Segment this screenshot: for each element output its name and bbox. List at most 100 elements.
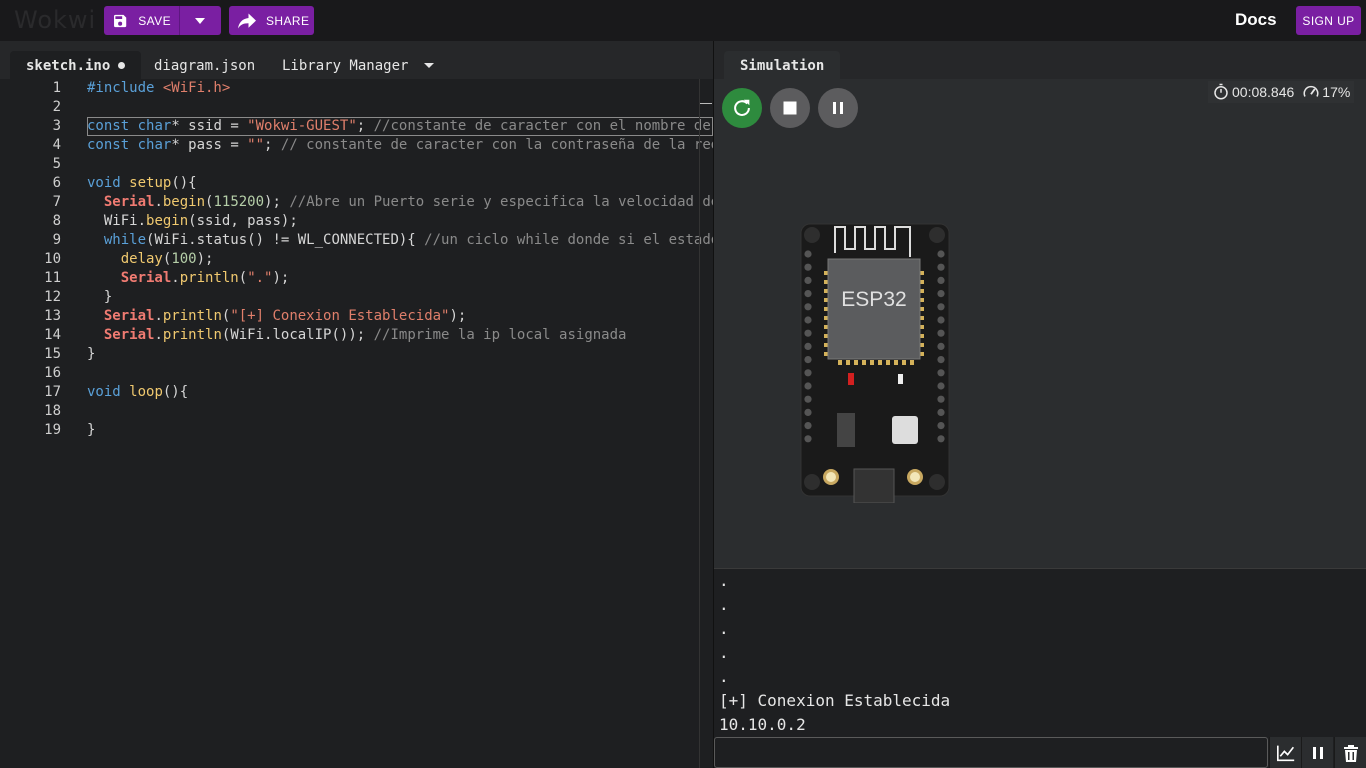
line-number: 3 xyxy=(52,118,61,134)
line-number: 1 xyxy=(52,80,61,96)
tab-label: Library Manager xyxy=(282,58,409,74)
power-led xyxy=(848,373,854,385)
clear-serial-button[interactable] xyxy=(1334,737,1366,768)
tab-library-manager[interactable]: Library Manager xyxy=(266,51,424,79)
docs-link[interactable]: Docs xyxy=(1235,10,1277,30)
tab-sketch-ino[interactable]: sketch.ino xyxy=(10,51,142,79)
code-line[interactable]: 18 xyxy=(0,402,713,421)
code-editor-pane: sketch.ino diagram.json Library Manager … xyxy=(0,41,713,768)
save-options-button[interactable] xyxy=(180,6,220,35)
code-text[interactable]: Serial.println("[+] Conexion Establecida… xyxy=(87,307,713,326)
pause-simulation-button[interactable] xyxy=(818,88,858,128)
esp32-board[interactable]: ESP32 xyxy=(800,223,950,503)
pane-divider[interactable] xyxy=(699,79,700,768)
pause-icon xyxy=(1312,746,1323,759)
code-text[interactable]: while(WiFi.status() != WL_CONNECTED){ //… xyxy=(87,231,713,250)
caret-down-icon xyxy=(195,17,205,24)
code-line[interactable]: 6 void setup(){ xyxy=(0,174,713,193)
serial-line: . xyxy=(719,571,729,590)
line-number: 12 xyxy=(44,289,61,305)
code-line[interactable]: 15} xyxy=(0,345,713,364)
restart-icon xyxy=(734,99,750,116)
code-text[interactable]: const char* ssid = "Wokwi-GUEST"; //cons… xyxy=(87,117,713,136)
tab-simulation[interactable]: Simulation xyxy=(724,51,841,79)
code-text[interactable]: const char* pass = ""; // constante de c… xyxy=(87,136,713,155)
line-number: 8 xyxy=(52,213,61,229)
code-line[interactable]: 9 while(WiFi.status() != WL_CONNECTED){ … xyxy=(0,231,713,250)
line-number: 17 xyxy=(44,384,61,400)
speed-value: 17% xyxy=(1322,84,1351,100)
stop-simulation-button[interactable] xyxy=(770,88,810,128)
line-number: 5 xyxy=(52,156,61,172)
share-button[interactable]: SHARE xyxy=(229,6,314,35)
wokwi-logo[interactable]: Wokwi xyxy=(14,6,96,34)
onboard-led xyxy=(898,374,903,384)
serial-input[interactable] xyxy=(714,737,1268,768)
code-text[interactable]: Serial.begin(115200); //Abre un Puerto s… xyxy=(87,193,713,212)
serial-pause-button[interactable] xyxy=(1301,737,1333,768)
tab-label: sketch.ino xyxy=(26,58,111,74)
tab-diagram-json[interactable]: diagram.json xyxy=(138,51,271,79)
serial-line: [+] Conexion Establecida xyxy=(719,691,951,710)
code-line[interactable]: 5 xyxy=(0,155,713,174)
top-bar: Wokwi SAVE SHARE Docs SIGN UP xyxy=(0,0,1366,41)
code-text[interactable]: void setup(){ xyxy=(87,174,713,193)
line-number: 11 xyxy=(44,270,61,286)
code-area[interactable]: 1 #include <WiFi.h> 2 3 const char* ssid = "… xyxy=(0,79,713,440)
code-text[interactable]: void loop(){ xyxy=(87,383,713,402)
simulation-pane: Simulation 00:08.846 17% ESP32 . . . . .… xyxy=(713,41,1366,768)
serial-line: . xyxy=(719,667,729,686)
code-line[interactable]: 8 WiFi.begin(ssid, pass); xyxy=(0,212,713,231)
code-line[interactable]: 16 xyxy=(0,364,713,383)
code-line[interactable]: 12 } xyxy=(0,288,713,307)
plotter-button[interactable] xyxy=(1269,737,1301,768)
sign-up-button[interactable]: SIGN UP xyxy=(1296,6,1361,35)
serial-monitor: ..... [+] Conexion Establecida 10.10.0.2 xyxy=(714,568,1366,768)
line-number: 9 xyxy=(52,232,61,248)
code-line[interactable]: 7 Serial.begin(115200); //Abre un Puerto… xyxy=(0,193,713,212)
save-label: SAVE xyxy=(138,13,171,28)
speedometer-icon xyxy=(1303,85,1319,97)
board-label: ESP32 xyxy=(841,288,906,311)
code-line[interactable]: 14 Serial.println(WiFi.localIP()); //Imp… xyxy=(0,326,713,345)
code-text[interactable]: Serial.println("."); xyxy=(87,269,713,288)
floppy-disk-icon xyxy=(114,14,127,27)
line-number: 18 xyxy=(44,403,61,419)
code-text[interactable]: WiFi.begin(ssid, pass); xyxy=(87,212,713,231)
line-number: 13 xyxy=(44,308,61,324)
restart-simulation-button[interactable] xyxy=(722,88,762,128)
code-text[interactable]: delay(100); xyxy=(87,250,713,269)
code-line[interactable]: 4 const char* pass = ""; // constante de … xyxy=(0,136,713,155)
editor-tab-bar: sketch.ino diagram.json Library Manager xyxy=(0,41,713,79)
code-line[interactable]: 13 Serial.println("[+] Conexion Establec… xyxy=(0,307,713,326)
line-number: 4 xyxy=(52,137,61,153)
pause-icon xyxy=(833,102,843,114)
share-label: SHARE xyxy=(266,13,310,28)
line-number: 14 xyxy=(44,327,61,343)
elapsed-time: 00:08.846 xyxy=(1232,84,1295,100)
chart-line-icon xyxy=(1276,745,1294,761)
unsaved-dot-icon xyxy=(118,62,126,69)
line-number: 6 xyxy=(52,175,61,191)
code-line[interactable]: 17 void loop(){ xyxy=(0,383,713,402)
code-line[interactable]: 11 Serial.println("."); xyxy=(0,269,713,288)
save-button[interactable]: SAVE xyxy=(104,6,180,35)
line-number: 15 xyxy=(44,346,61,362)
code-line[interactable]: 1 #include <WiFi.h> xyxy=(0,79,713,98)
code-text[interactable]: Serial.println(WiFi.localIP()); //Imprim… xyxy=(87,326,713,345)
line-number: 10 xyxy=(44,251,61,267)
code-text[interactable]: } xyxy=(87,345,713,364)
serial-line: . xyxy=(719,619,729,638)
code-text[interactable]: } xyxy=(87,288,713,307)
code-line[interactable]: 10 delay(100); xyxy=(0,250,713,269)
code-line[interactable]: 2 xyxy=(0,98,713,117)
code-text[interactable]: #include <WiFi.h> xyxy=(87,79,713,98)
trash-icon xyxy=(1343,744,1358,762)
line-number: 19 xyxy=(44,422,61,438)
stopwatch-icon xyxy=(1214,83,1228,100)
simulation-speed: 17% xyxy=(1302,83,1350,101)
code-line[interactable]: 3 const char* ssid = "Wokwi-GUEST"; //con… xyxy=(0,117,713,136)
code-line[interactable]: 19} xyxy=(0,421,713,440)
tab-menu-caret-icon[interactable] xyxy=(424,63,434,68)
code-text[interactable]: } xyxy=(87,421,713,440)
